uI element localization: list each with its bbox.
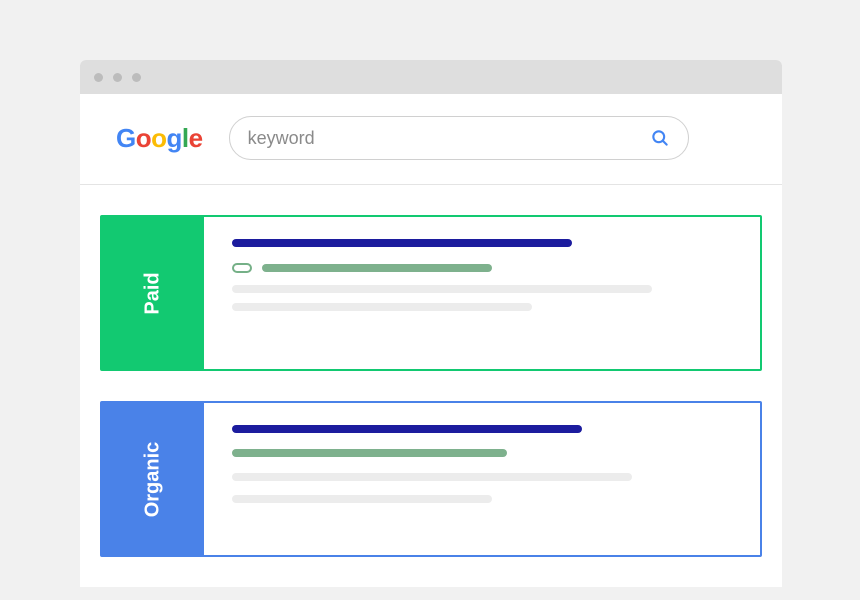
organic-result-item — [204, 403, 760, 555]
search-placeholder: keyword — [248, 128, 315, 149]
ad-badge-icon — [232, 263, 252, 273]
paid-label: Paid — [102, 217, 204, 369]
browser-window: Google keyword Paid — [80, 60, 782, 587]
traffic-light-zoom-icon[interactable] — [132, 73, 141, 82]
traffic-light-minimize-icon[interactable] — [113, 73, 122, 82]
result-snippet-placeholder — [232, 285, 652, 293]
search-header: Google keyword — [80, 94, 782, 185]
window-titlebar — [80, 60, 782, 94]
search-input[interactable]: keyword — [229, 116, 689, 160]
result-url-placeholder — [262, 264, 492, 272]
result-title-placeholder[interactable] — [232, 425, 582, 433]
organic-label: Organic — [102, 403, 204, 555]
paid-results-section: Paid — [100, 215, 762, 371]
search-results: Paid Organic — [80, 185, 782, 557]
result-url-placeholder — [232, 449, 507, 457]
result-snippet-placeholder — [232, 473, 632, 481]
organic-results-section: Organic — [100, 401, 762, 557]
result-snippet-placeholder — [232, 303, 532, 311]
paid-result-item — [204, 217, 760, 369]
search-icon[interactable] — [650, 128, 670, 148]
result-title-placeholder[interactable] — [232, 239, 572, 247]
result-snippet-placeholder — [232, 495, 492, 503]
traffic-light-close-icon[interactable] — [94, 73, 103, 82]
google-logo: Google — [116, 123, 203, 154]
